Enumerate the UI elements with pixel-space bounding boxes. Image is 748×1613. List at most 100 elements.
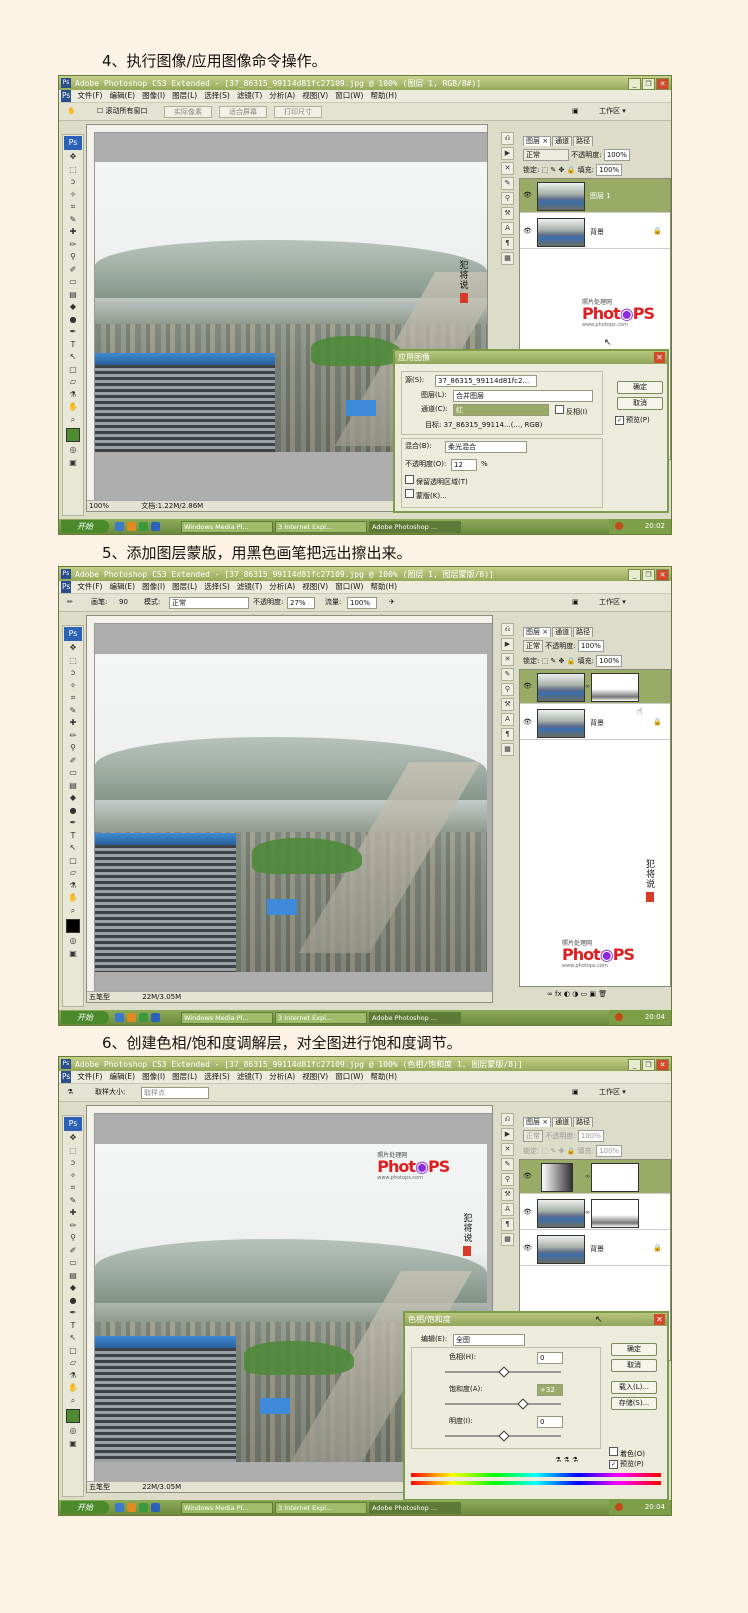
actual-pixels-button[interactable]: 实际像素 — [164, 106, 212, 118]
lightness-input[interactable]: 0 — [537, 1416, 563, 1428]
cancel-button[interactable]: 取消 — [617, 397, 663, 410]
gradient-tool-icon[interactable]: ▤ — [63, 289, 83, 302]
eyedropper-icons[interactable]: ⚗ ⚗ ⚗ — [555, 1455, 578, 1466]
brush-panel-icon[interactable]: ✎ — [501, 1158, 514, 1171]
layer-comps-icon[interactable]: ▦ — [501, 743, 514, 756]
eraser-tool-icon[interactable]: ▭ — [63, 276, 83, 289]
screen-mode-icon[interactable]: ▣ — [63, 1438, 83, 1451]
layer-mask-thumbnail[interactable] — [591, 1163, 639, 1192]
visibility-eye-icon[interactable]: 👁 — [523, 227, 532, 235]
magic-wand-icon[interactable]: ✧ — [63, 189, 83, 202]
crop-tool-icon[interactable]: ⌗ — [63, 1182, 83, 1195]
layer-row[interactable]: 👁 ∞ — [520, 1160, 670, 1194]
minimize-button[interactable]: _ — [628, 1059, 641, 1071]
crop-tool-icon[interactable]: ⌗ — [63, 201, 83, 214]
actions-panel-icon[interactable]: ▶ — [501, 638, 514, 651]
history-brush-icon[interactable]: ✐ — [63, 264, 83, 277]
pen-tool-icon[interactable]: ✒ — [63, 326, 83, 339]
minimize-button[interactable]: _ — [628, 78, 641, 90]
preview-checkbox[interactable]: ✓ 预览(P) — [609, 1459, 644, 1469]
slice-tool-icon[interactable]: ✎ — [63, 214, 83, 227]
screen-mode-icon[interactable]: ▣ — [63, 457, 83, 470]
tray-icon[interactable] — [615, 522, 623, 530]
menu-image[interactable]: 图像(I) — [142, 1071, 165, 1083]
task-internet-explorer[interactable]: 3 Internet Expl... — [275, 521, 367, 533]
stamp-tool-icon[interactable]: ⚲ — [63, 1232, 83, 1245]
menu-filter[interactable]: 滤镜(T) — [237, 1071, 262, 1083]
mask-checkbox[interactable]: 蒙版(K)... — [405, 489, 447, 501]
visibility-eye-icon[interactable]: 👁 — [523, 718, 532, 726]
visibility-eye-icon[interactable]: 👁 — [523, 1208, 532, 1216]
layer-row[interactable]: 👁 ∞ — [520, 1196, 670, 1230]
foreground-color-swatch[interactable] — [66, 1409, 80, 1423]
healing-tool-icon[interactable]: ✚ — [63, 226, 83, 239]
menu-analysis[interactable]: 分析(A) — [269, 90, 295, 102]
navigator-panel-icon[interactable]: ✕ — [501, 653, 514, 666]
zoom-tool-icon[interactable]: ⌕ — [63, 414, 83, 427]
layer-row[interactable]: 👁 背景 🔒 — [520, 706, 670, 740]
tab-channels[interactable]: 通道 — [552, 627, 573, 637]
quicklaunch-icon[interactable] — [115, 522, 124, 531]
preserve-transparency-checkbox[interactable]: 保留透明区域(T) — [405, 475, 468, 487]
quicklaunch-icon[interactable] — [151, 1013, 160, 1022]
foreground-color-swatch[interactable] — [66, 428, 80, 442]
quick-mask-icon[interactable]: ◎ — [63, 444, 83, 457]
task-photoshop[interactable]: Adobe Photoshop ... — [369, 1502, 461, 1514]
actions-panel-icon[interactable]: ▶ — [501, 147, 514, 160]
type-tool-icon[interactable]: T — [63, 339, 83, 352]
eraser-tool-icon[interactable]: ▭ — [63, 1257, 83, 1270]
task-media-player[interactable]: Windows Media Pl... — [181, 521, 273, 533]
brush-size[interactable]: 90 — [119, 597, 128, 608]
pen-tool-icon[interactable]: ✒ — [63, 817, 83, 830]
blur-tool-icon[interactable]: ◆ — [63, 792, 83, 805]
flow-field[interactable]: 100% — [347, 597, 377, 609]
ps-menu-icon[interactable]: Ps — [61, 581, 72, 593]
workspace-menu[interactable]: 工作区 ▾ — [599, 106, 626, 117]
opacity-field[interactable]: 27% — [287, 597, 315, 609]
start-button[interactable]: 开始 — [61, 1011, 109, 1024]
brush-tool-icon[interactable]: ✏ — [63, 1220, 83, 1233]
opacity-input[interactable]: 12 — [451, 459, 477, 471]
cancel-button[interactable]: 取消 — [611, 1359, 657, 1372]
menu-file[interactable]: 文件(F) — [77, 90, 102, 102]
mask-link-icon[interactable]: ∞ — [585, 1209, 590, 1216]
hand-tool-icon[interactable]: ✋ — [63, 1382, 83, 1395]
menu-select[interactable]: 选择(S) — [204, 581, 230, 593]
layer-row[interactable]: 👁 背景 🔒 — [520, 215, 670, 249]
mask-link-icon[interactable]: ∞ — [585, 683, 590, 690]
hue-input[interactable]: 0 — [537, 1352, 563, 1364]
quicklaunch-icon[interactable] — [115, 1013, 124, 1022]
saturation-slider[interactable] — [445, 1403, 561, 1405]
fit-screen-button[interactable]: 适合屏幕 — [219, 106, 267, 118]
quick-mask-icon[interactable]: ◎ — [63, 935, 83, 948]
layer-mask-thumbnail[interactable] — [591, 673, 639, 702]
zoom-tool-icon[interactable]: ⌕ — [63, 905, 83, 918]
slice-tool-icon[interactable]: ✎ — [63, 705, 83, 718]
close-button[interactable]: ✕ — [656, 78, 669, 90]
menu-analysis[interactable]: 分析(A) — [269, 1071, 295, 1083]
path-select-icon[interactable]: ↖ — [63, 842, 83, 855]
visibility-eye-icon[interactable]: 👁 — [523, 1172, 532, 1180]
blend-mode-select[interactable]: 正常 — [523, 1130, 543, 1142]
menu-help[interactable]: 帮助(H) — [371, 1071, 398, 1083]
menu-window[interactable]: 窗口(W) — [335, 90, 363, 102]
maximize-button[interactable]: ❐ — [642, 78, 655, 90]
quicklaunch-icon[interactable] — [139, 522, 148, 531]
ok-button[interactable]: 确定 — [611, 1343, 657, 1356]
history-panel-icon[interactable]: ⎌ — [501, 1113, 514, 1126]
magic-wand-icon[interactable]: ✧ — [63, 680, 83, 693]
ok-button[interactable]: 确定 — [617, 381, 663, 394]
hand-tool-icon[interactable]: ✋ — [63, 892, 83, 905]
stamp-tool-icon[interactable]: ⚲ — [63, 742, 83, 755]
opacity-field[interactable]: 100% — [577, 640, 604, 652]
sample-size-select[interactable]: 取样点 — [141, 1087, 209, 1099]
lock-icons[interactable]: ⬚ ✎ ✥ 🔒 — [542, 1147, 576, 1155]
quicklaunch-icon[interactable] — [115, 1503, 124, 1512]
clone-panel-icon[interactable]: ⚲ — [501, 1173, 514, 1186]
layer-row[interactable]: 👁 背景 🔒 — [520, 1232, 670, 1266]
history-panel-icon[interactable]: ⎌ — [501, 132, 514, 145]
opacity-field[interactable]: 100% — [603, 149, 630, 161]
path-select-icon[interactable]: ↖ — [63, 1332, 83, 1345]
task-internet-explorer[interactable]: 3 Internet Expl... — [275, 1502, 367, 1514]
lasso-tool-icon[interactable]: ↄ — [63, 176, 83, 189]
